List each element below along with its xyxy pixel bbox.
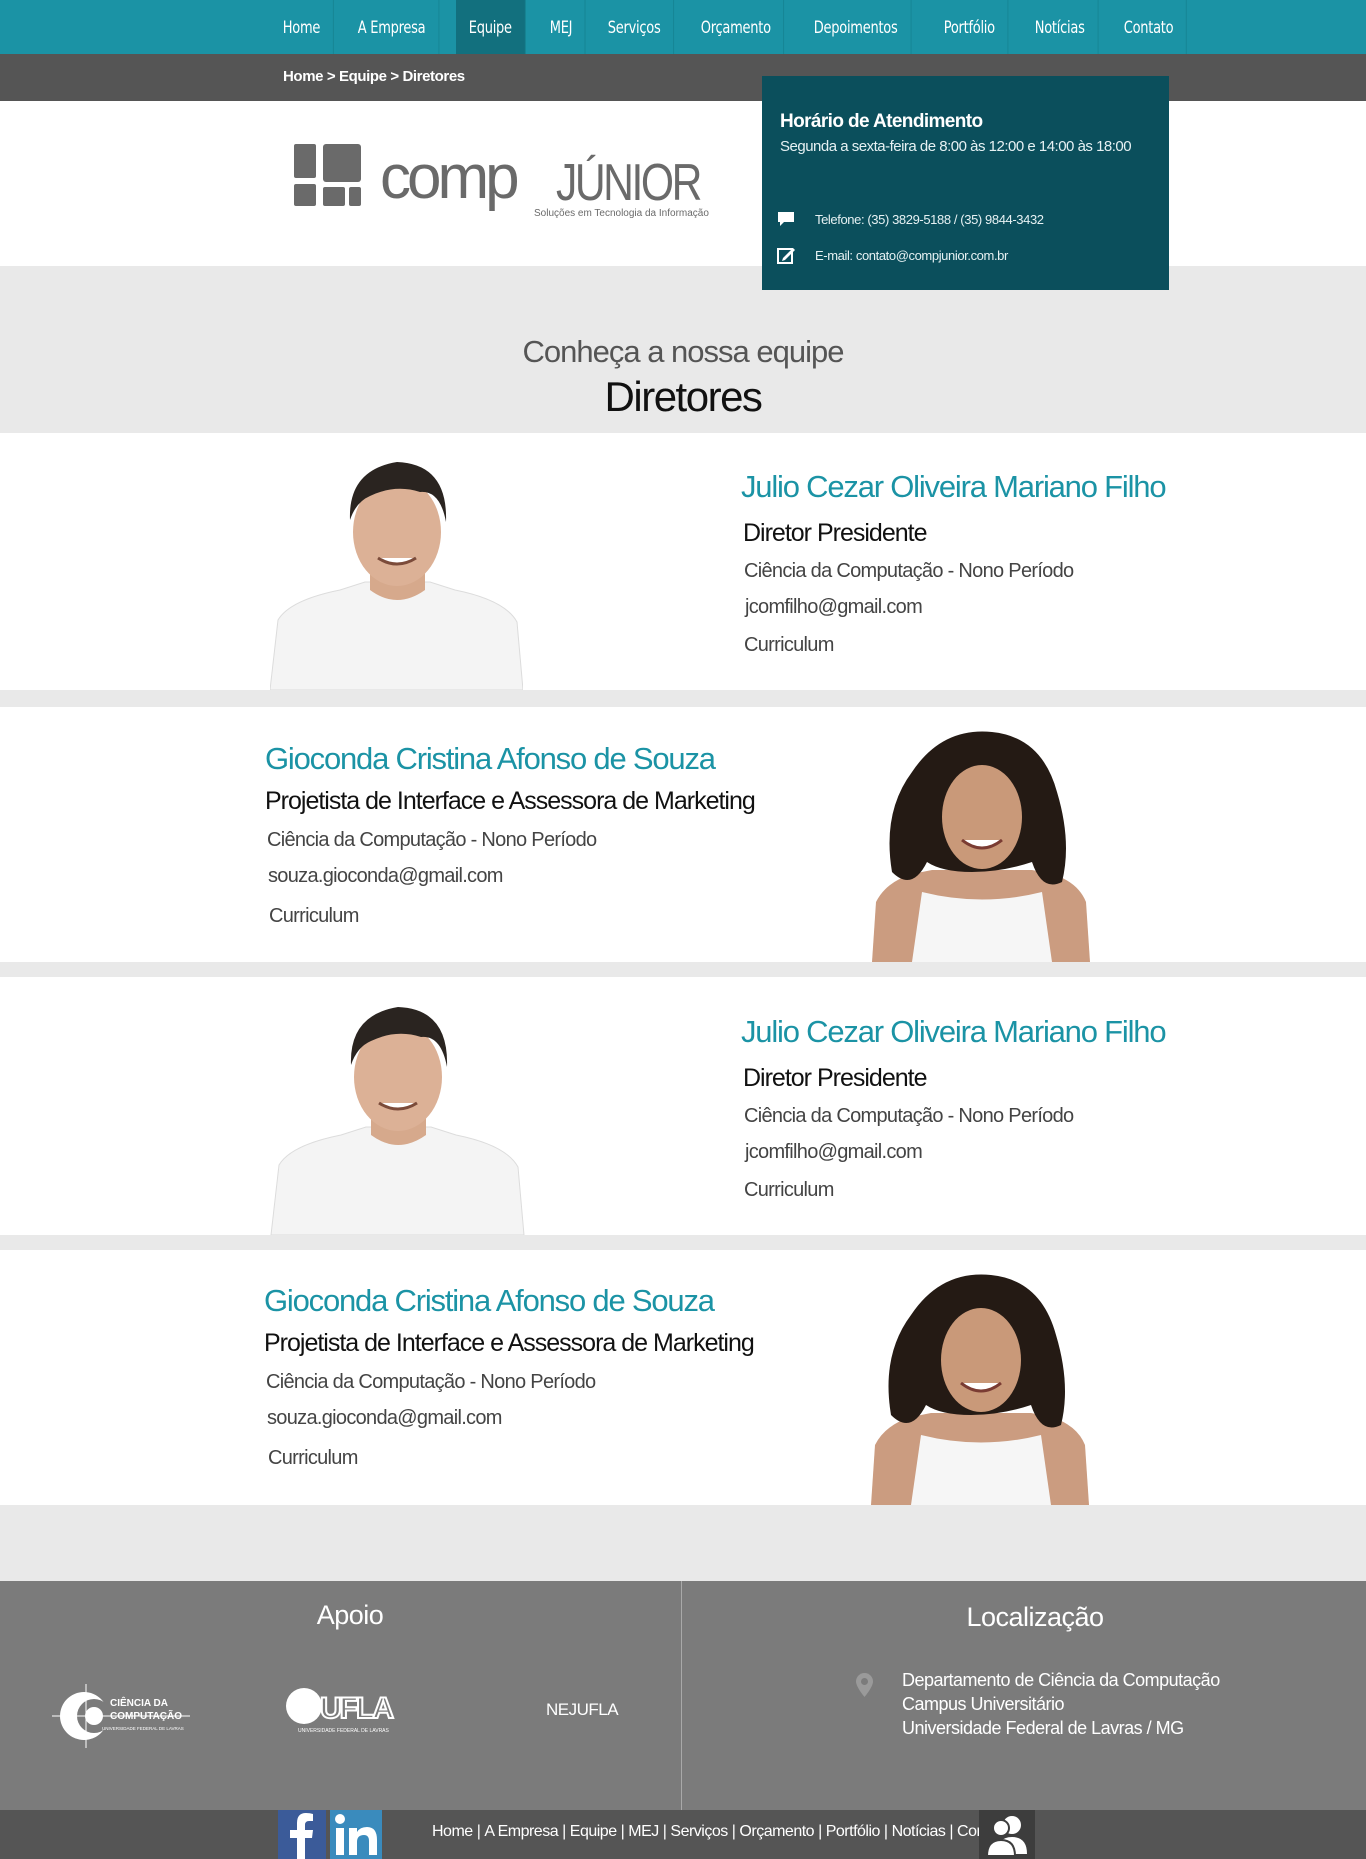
member-role: Diretor Presidente (743, 519, 927, 547)
member-curriculum-link[interactable]: Curriculum (268, 1447, 358, 1470)
member-curriculum-link[interactable]: Curriculum (744, 634, 834, 657)
location-pin-icon (856, 1673, 873, 1697)
nav-item-mej[interactable]: MEJ (537, 0, 587, 54)
link-separator: | (662, 1823, 667, 1840)
member-email[interactable]: souza.gioconda@gmail.com (267, 1407, 502, 1430)
nav-item-servi-os[interactable]: Serviços (595, 0, 674, 54)
link-separator: | (883, 1823, 888, 1840)
compjunior-logo[interactable]: comp JÚNIOR Soluções em Tecnologia da In… (294, 142, 734, 222)
bottom-link-not-cias[interactable]: Notícias (892, 1823, 946, 1840)
bottom-links: Home | A Empresa | Equipe | MEJ | Serviços | Orçam… (432, 1823, 1010, 1841)
nav-list: Home A Empresa Equipe MEJ Serviços Orçamento D… (270, 0, 1201, 54)
member-role: Projetista de Interface e Assessora de M… (264, 1329, 755, 1357)
logo-word-junior: JÚNIOR (556, 153, 701, 212)
apoio-title: Apoio (316, 1600, 384, 1630)
member-name: Gioconda Cristina Afonso de Souza (265, 741, 716, 776)
member-name: Julio Cezar Oliveira Mariano Filho (741, 1014, 1167, 1049)
address-line: Departamento de Ciência da Computação (902, 1670, 1220, 1690)
member-course: Ciência da Computação - Nono Período (744, 560, 1074, 582)
section-subtitle: Conheça a nossa equipe (522, 334, 845, 369)
phone-text: Telefone: (35) 3829-5188 / (35) 9844-343… (815, 211, 1044, 227)
member-name: Julio Cezar Oliveira Mariano Filho (741, 469, 1167, 504)
phone-row: Telefone: (35) 3829-5188 / (35) 9844-343… (776, 209, 1044, 229)
link-separator: | (731, 1823, 736, 1840)
logo-squares-icon (294, 144, 361, 206)
member-card: Gioconda Cristina Afonso de Souza Projet… (0, 707, 1366, 962)
hours-title: Horário de Atendimento (780, 111, 983, 132)
link-separator: | (818, 1823, 822, 1840)
nav-item-home[interactable]: Home (270, 0, 334, 54)
users-icon[interactable] (979, 1810, 1035, 1859)
member-name: Gioconda Cristina Afonso de Souza (264, 1283, 715, 1318)
bottom-link-or-amento[interactable]: Orçamento (739, 1823, 814, 1840)
facebook-icon[interactable] (278, 1810, 326, 1859)
nav-item-equipe[interactable]: Equipe (455, 0, 525, 54)
member-card: Gioconda Cristina Afonso de Souza Projet… (0, 1250, 1366, 1505)
address-line: Universidade Federal de Lavras / MG (902, 1718, 1184, 1738)
footer-divider (681, 1581, 682, 1810)
bottom-link-equipe[interactable]: Equipe (570, 1823, 617, 1840)
link-separator: | (949, 1823, 954, 1840)
chat-bubble-icon (778, 212, 794, 226)
member-course: Ciência da Computação - Nono Período (744, 1105, 1074, 1127)
nav-item-contato[interactable]: Contato (1111, 0, 1188, 54)
link-separator: | (620, 1823, 625, 1840)
bottom-link-mej[interactable]: MEJ (628, 1823, 659, 1840)
main-nav: Home A Empresa Equipe MEJ Serviços Orçamento D… (0, 0, 1366, 54)
ufla-mark: UFLA (320, 1692, 393, 1725)
member-email[interactable]: jcomfilho@gmail.com (745, 1141, 923, 1164)
member-photo (270, 462, 523, 690)
nav-item-portf-lio[interactable]: Portfólio (931, 0, 1009, 54)
member-role: Diretor Presidente (743, 1064, 927, 1092)
member-curriculum-link[interactable]: Curriculum (269, 905, 359, 928)
logo-tagline: Soluções em Tecnologia da Informação (534, 208, 709, 219)
nav-item-a-empresa[interactable]: A Empresa (345, 0, 439, 54)
contact-box: Horário de Atendimento Segunda a sexta-f… (762, 76, 1169, 290)
cc-line2: COMPUTAÇÃO (110, 1709, 182, 1722)
location-title: Localização (966, 1602, 1104, 1632)
bottom-link-servi-os[interactable]: Serviços (670, 1823, 728, 1840)
section-title: Diretores (604, 373, 763, 420)
link-separator: | (476, 1823, 481, 1840)
edit-icon (777, 248, 795, 264)
address: Departamento de Ciência da Computação Ca… (902, 1668, 1220, 1740)
member-course: Ciência da Computação - Nono Período (267, 829, 597, 851)
member-curriculum-link[interactable]: Curriculum (744, 1179, 834, 1202)
cc-line1: CIÊNCIA DA (110, 1696, 168, 1709)
member-course: Ciência da Computação - Nono Período (266, 1371, 596, 1393)
member-photo (270, 1007, 525, 1235)
ciencia-computacao-logo[interactable]: CIÊNCIA DA COMPUTAÇÃO UNIVERSIDADE FEDER… (52, 1680, 190, 1752)
bottom-link-home[interactable]: Home (432, 1823, 473, 1840)
ufla-sub: UNIVERSIDADE FEDERAL DE LAVRAS (298, 1728, 390, 1734)
member-photo (871, 1274, 1089, 1505)
member-card: Julio Cezar Oliveira Mariano Filho Diret… (0, 433, 1366, 690)
hours-text: Segunda a sexta-feira de 8:00 às 12:00 e… (780, 138, 1132, 155)
address-line: Campus Universitário (902, 1694, 1065, 1714)
bottom-link-portf-lio[interactable]: Portfólio (826, 1823, 881, 1840)
email-text[interactable]: E-mail: contato@compjunior.com.br (815, 248, 1008, 263)
member-email[interactable]: souza.gioconda@gmail.com (268, 865, 503, 888)
email-row: E-mail: contato@compjunior.com.br (776, 245, 1008, 265)
logo-word-comp: comp (380, 143, 517, 212)
link-separator: | (562, 1823, 566, 1840)
member-email[interactable]: jcomfilho@gmail.com (745, 596, 923, 619)
nav-item-or-amento[interactable]: Orçamento (688, 0, 785, 54)
bottom-link-a-empresa[interactable]: A Empresa (484, 1823, 558, 1840)
member-photo (872, 731, 1090, 962)
nejufla-link[interactable]: NEJUFLA (546, 1700, 619, 1720)
linkedin-icon[interactable] (330, 1810, 382, 1859)
nav-item-not-cias[interactable]: Notícias (1022, 0, 1098, 54)
nav-item-depoimentos[interactable]: Depoimentos (801, 0, 912, 54)
cc-line3: UNIVERSIDADE FEDERAL DE LAVRAS (102, 1726, 184, 1731)
member-card: Julio Cezar Oliveira Mariano Filho Diret… (0, 977, 1366, 1235)
ufla-logo[interactable]: UFLA UNIVERSIDADE FEDERAL DE LAVRAS (284, 1684, 402, 1736)
member-role: Projetista de Interface e Assessora de M… (265, 787, 756, 815)
breadcrumb[interactable]: Home > Equipe > Diretores (283, 68, 465, 85)
